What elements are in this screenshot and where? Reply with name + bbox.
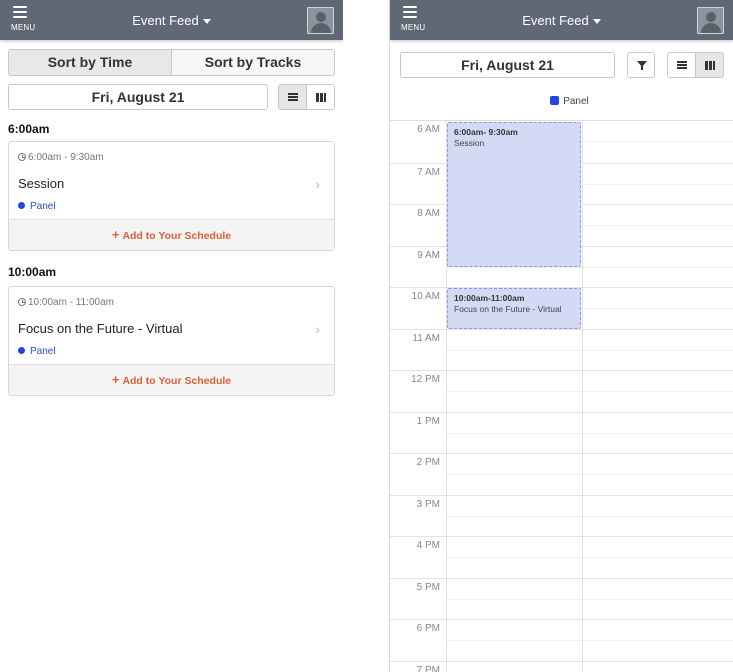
grid-view-button[interactable] xyxy=(695,53,723,77)
hour-row: 4 PM xyxy=(390,536,733,578)
view-toggle xyxy=(278,84,335,110)
hour-row: 12 PM xyxy=(390,370,733,412)
event-time: 6:00am- 9:30am xyxy=(454,127,518,137)
date-selector[interactable]: Fri, August 21 xyxy=(400,52,615,78)
hour-row: 6 PM xyxy=(390,619,733,661)
navbar: MENU Event Feed xyxy=(390,0,733,40)
session-time: 10:00am - 11:00am xyxy=(18,297,114,308)
session-time: 6:00am - 9:30am xyxy=(18,152,104,163)
hour-label: 2 PM xyxy=(416,457,440,468)
hour-label: 1 PM xyxy=(416,415,440,427)
sort-by-time-button[interactable]: Sort by Time xyxy=(9,50,171,75)
view-toggle xyxy=(667,52,724,78)
hour-label: 8 AM xyxy=(417,208,440,219)
list-view-icon xyxy=(288,93,298,101)
track-dot-icon xyxy=(18,347,25,354)
clock-icon xyxy=(18,153,26,161)
hour-label: 7 AM xyxy=(417,166,440,178)
navbar: MENU Event Feed xyxy=(0,0,343,40)
hour-row: 2 PM xyxy=(390,453,733,495)
hour-label: 6 AM xyxy=(417,124,440,135)
caret-down-icon xyxy=(592,19,601,25)
hour-label: 10 AM xyxy=(411,291,440,302)
nav-title-text: Event Feed xyxy=(522,13,589,28)
hour-label: 5 PM xyxy=(416,581,440,593)
calendar-event[interactable]: 10:00am-11:00am Focus on the Future - Vi… xyxy=(447,288,581,329)
grid-view-button[interactable] xyxy=(306,85,334,109)
event-name: Session xyxy=(454,138,485,148)
session-title: Session xyxy=(18,176,65,191)
plus-icon: + xyxy=(111,372,120,387)
add-to-schedule-button[interactable]: + Add to Your Schedule xyxy=(9,364,334,395)
hour-label: 4 PM xyxy=(416,540,440,551)
sort-by-tracks-button[interactable]: Sort by Tracks xyxy=(171,50,334,75)
list-view-button[interactable] xyxy=(279,85,307,109)
list-view-button[interactable] xyxy=(668,53,696,77)
calendar-view-screen: MENU Event Feed Fri, August 21 Panel 7 P… xyxy=(389,0,733,672)
hour-label: 7 PM xyxy=(416,664,440,672)
session-title: Focus on the Future - Virtual xyxy=(18,321,183,336)
hour-row: 7 PM xyxy=(390,660,733,672)
time-heading: 10:00am xyxy=(8,265,57,279)
chevron-right-icon: › xyxy=(315,321,320,337)
session-track: Panel xyxy=(18,346,56,357)
hour-label: 9 AM xyxy=(417,249,440,261)
user-avatar-icon[interactable] xyxy=(307,7,334,34)
hour-row: 5 PM xyxy=(390,577,733,620)
chevron-right-icon: › xyxy=(315,176,320,192)
calendar-event[interactable]: 6:00am- 9:30am Session xyxy=(447,122,581,267)
hour-label: 6 PM xyxy=(416,623,440,634)
clock-icon xyxy=(18,298,26,306)
session-card[interactable]: 10:00am - 11:00am Focus on the Future - … xyxy=(8,286,335,396)
hour-label: 11 AM xyxy=(412,332,440,344)
event-feed-dropdown[interactable]: Event Feed xyxy=(0,13,343,28)
list-view-screen: MENU Event Feed Sort by Time Sort by Tra… xyxy=(0,0,343,672)
column-divider xyxy=(582,121,583,672)
time-heading: 6:00am xyxy=(8,122,50,136)
event-feed-dropdown[interactable]: Event Feed xyxy=(390,13,733,28)
plus-icon: + xyxy=(111,227,120,242)
add-to-schedule-button[interactable]: + Add to Your Schedule xyxy=(9,219,334,250)
caret-down-icon xyxy=(202,19,211,25)
hour-row: 11 AM xyxy=(390,328,733,371)
grid-view-icon xyxy=(705,61,716,70)
filter-button[interactable] xyxy=(627,52,655,78)
hour-row: 3 PM xyxy=(390,494,733,537)
session-track: Panel xyxy=(18,201,56,212)
track-dot-icon xyxy=(18,202,25,209)
hour-row: 1 PM xyxy=(390,411,733,454)
event-time: 10:00am-11:00am xyxy=(454,293,525,303)
track-color-icon xyxy=(550,96,560,105)
list-view-icon xyxy=(677,61,687,69)
grid-view-icon xyxy=(316,93,327,102)
event-name: Focus on the Future - Virtual xyxy=(454,304,562,314)
day-calendar-grid[interactable]: 7 PM 6 PM 5 PM 4 PM 3 PM 2 PM 1 PM 12 PM 11 AM 10… xyxy=(390,120,733,672)
sort-toggle: Sort by Time Sort by Tracks xyxy=(8,49,335,76)
user-avatar-icon[interactable] xyxy=(697,7,724,34)
hour-label: 3 PM xyxy=(416,498,440,510)
nav-title-text: Event Feed xyxy=(132,13,199,28)
track-legend: Panel xyxy=(390,96,733,107)
date-selector[interactable]: Fri, August 21 xyxy=(8,84,268,110)
hour-label: 12 PM xyxy=(411,374,440,385)
session-card[interactable]: 6:00am - 9:30am Session › Panel + Add to … xyxy=(8,141,335,251)
